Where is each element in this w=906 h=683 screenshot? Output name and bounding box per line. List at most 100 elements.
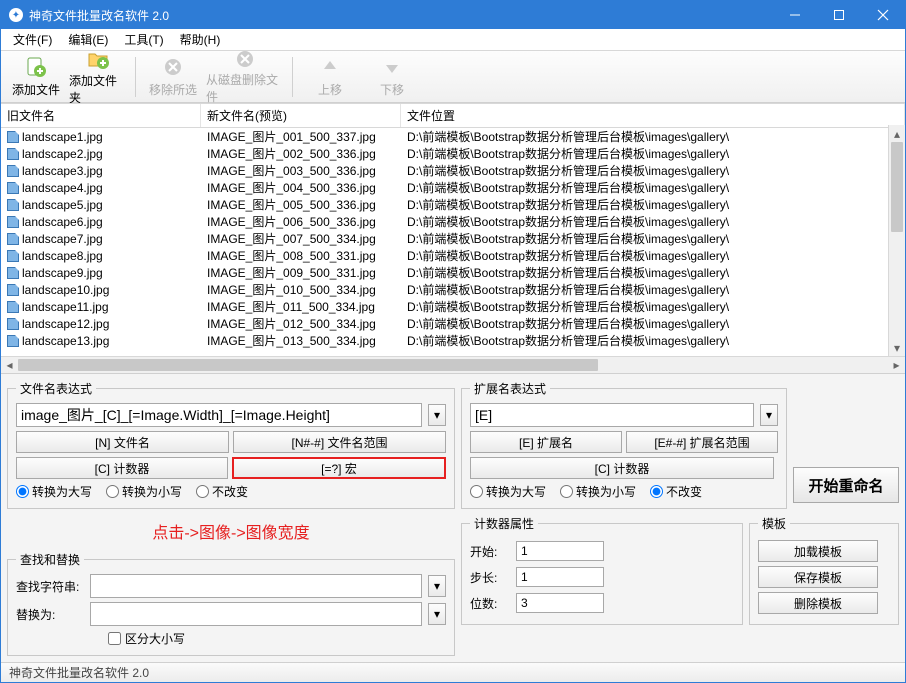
scroll-right-icon[interactable]: ▸ [888, 357, 905, 373]
file-table: 旧文件名 新文件名(预览) 文件位置 landscape1.jpgIMAGE_图… [1, 103, 905, 373]
counter-step-label: 步长: [470, 569, 510, 586]
annotation-text: 点击->图像->图像宽度 [7, 515, 455, 545]
find-replace-group: 查找和替换 查找字符串: ▾ 替换为: ▾ 区分大小写 [7, 551, 455, 656]
remove-icon [161, 55, 185, 79]
table-row[interactable]: landscape11.jpgIMAGE_图片_011_500_334.jpgD… [1, 298, 905, 315]
file-icon [7, 335, 19, 347]
counter-properties-group: 计数器属性 开始: 步长: 位数: [461, 515, 743, 625]
close-button[interactable] [861, 1, 905, 29]
counter-start-label: 开始: [470, 543, 510, 560]
add-file-icon [24, 55, 48, 79]
counter-legend: 计数器属性 [470, 515, 538, 532]
menu-tools[interactable]: 工具(T) [118, 29, 169, 50]
file-icon [7, 284, 19, 296]
move-down-button[interactable]: 下移 [363, 53, 421, 101]
scroll-left-icon[interactable]: ◂ [1, 357, 18, 373]
ext-counter-button[interactable]: [C] 计数器 [470, 457, 774, 479]
maximize-button[interactable] [817, 1, 861, 29]
filename-expression-group: 文件名表达式 ▾ [N] 文件名 [N#-#] 文件名范围 [C] 计数器 [=… [7, 380, 455, 509]
counter-digits-label: 位数: [470, 595, 510, 612]
find-label: 查找字符串: [16, 578, 84, 595]
horizontal-scrollbar[interactable]: ◂ ▸ [1, 356, 905, 373]
remove-selected-button[interactable]: 移除所选 [144, 53, 202, 101]
statusbar: 神奇文件批量改名软件 2.0 [1, 662, 905, 682]
find-replace-legend: 查找和替换 [16, 551, 84, 568]
scroll-up-icon[interactable]: ▴ [889, 125, 905, 142]
radio-upper[interactable]: 转换为大写 [16, 483, 92, 500]
case-sensitive-checkbox[interactable] [108, 632, 121, 645]
ext-radio-lower[interactable]: 转换为小写 [560, 483, 636, 500]
table-row[interactable]: landscape13.jpgIMAGE_图片_013_500_334.jpgD… [1, 332, 905, 349]
column-new-name[interactable]: 新文件名(预览) [201, 104, 401, 127]
insert-n-range-button[interactable]: [N#-#] 文件名范围 [233, 431, 446, 453]
counter-step-input[interactable] [516, 567, 604, 587]
ext-radio-none[interactable]: 不改变 [650, 483, 702, 500]
counter-start-input[interactable] [516, 541, 604, 561]
scroll-thumb[interactable] [891, 142, 903, 232]
add-folder-button[interactable]: 添加文件夹 [69, 53, 127, 101]
replace-input[interactable] [90, 602, 422, 626]
table-row[interactable]: landscape12.jpgIMAGE_图片_012_500_334.jpgD… [1, 315, 905, 332]
toolbar-divider [135, 57, 136, 97]
status-text: 神奇文件批量改名软件 2.0 [9, 664, 149, 681]
minimize-button[interactable] [773, 1, 817, 29]
move-up-button[interactable]: 上移 [301, 53, 359, 101]
file-icon [7, 165, 19, 177]
insert-macro-button[interactable]: [=?] 宏 [232, 457, 446, 479]
radio-lower[interactable]: 转换为小写 [106, 483, 182, 500]
table-row[interactable]: landscape3.jpgIMAGE_图片_003_500_336.jpgD:… [1, 162, 905, 179]
load-template-button[interactable]: 加载模板 [758, 540, 878, 562]
replace-label: 替换为: [16, 606, 84, 623]
insert-e-button[interactable]: [E] 扩展名 [470, 431, 622, 453]
table-row[interactable]: landscape10.jpgIMAGE_图片_010_500_334.jpgD… [1, 281, 905, 298]
table-row[interactable]: landscape2.jpgIMAGE_图片_002_500_336.jpgD:… [1, 145, 905, 162]
delete-from-disk-button[interactable]: 从磁盘删除文件 [206, 53, 284, 101]
toolbar: 添加文件 添加文件夹 移除所选 从磁盘删除文件 上移 下移 [1, 51, 905, 103]
column-location[interactable]: 文件位置 [401, 104, 905, 127]
file-icon [7, 318, 19, 330]
menu-file[interactable]: 文件(F) [7, 29, 58, 50]
extension-expression-input[interactable] [470, 403, 754, 427]
add-folder-label: 添加文件夹 [69, 72, 127, 106]
column-old-name[interactable]: 旧文件名 [1, 104, 201, 127]
save-template-button[interactable]: 保存模板 [758, 566, 878, 588]
insert-n-button[interactable]: [N] 文件名 [16, 431, 229, 453]
table-row[interactable]: landscape4.jpgIMAGE_图片_004_500_336.jpgD:… [1, 179, 905, 196]
window-title: 神奇文件批量改名软件 2.0 [29, 7, 773, 24]
table-row[interactable]: landscape8.jpgIMAGE_图片_008_500_331.jpgD:… [1, 247, 905, 264]
table-row[interactable]: landscape1.jpgIMAGE_图片_001_500_337.jpgD:… [1, 128, 905, 145]
insert-counter-button[interactable]: [C] 计数器 [16, 457, 228, 479]
filename-expression-input[interactable] [16, 403, 422, 427]
start-rename-button[interactable]: 开始重命名 [793, 467, 899, 503]
delete-icon [233, 49, 257, 69]
insert-e-range-button[interactable]: [E#-#] 扩展名范围 [626, 431, 778, 453]
find-dropdown[interactable]: ▾ [428, 575, 446, 597]
delete-template-button[interactable]: 删除模板 [758, 592, 878, 614]
scroll-thumb[interactable] [18, 359, 598, 371]
case-sensitive-label: 区分大小写 [125, 630, 185, 647]
arrow-up-icon [318, 55, 342, 79]
arrow-down-icon [380, 55, 404, 79]
table-row[interactable]: landscape9.jpgIMAGE_图片_009_500_331.jpgD:… [1, 264, 905, 281]
menu-help[interactable]: 帮助(H) [174, 29, 227, 50]
filename-expression-dropdown[interactable]: ▾ [428, 404, 446, 426]
delete-from-disk-label: 从磁盘删除文件 [206, 71, 284, 105]
toolbar-divider [292, 57, 293, 97]
vertical-scrollbar[interactable]: ▴ ▾ [888, 125, 905, 356]
scroll-down-icon[interactable]: ▾ [889, 339, 905, 356]
file-icon [7, 250, 19, 262]
find-input[interactable] [90, 574, 422, 598]
table-row[interactable]: landscape5.jpgIMAGE_图片_005_500_336.jpgD:… [1, 196, 905, 213]
extension-expression-legend: 扩展名表达式 [470, 380, 550, 397]
table-row[interactable]: landscape6.jpgIMAGE_图片_006_500_336.jpgD:… [1, 213, 905, 230]
file-icon [7, 267, 19, 279]
move-up-label: 上移 [318, 81, 342, 98]
counter-digits-input[interactable] [516, 593, 604, 613]
replace-dropdown[interactable]: ▾ [428, 603, 446, 625]
add-file-button[interactable]: 添加文件 [7, 53, 65, 101]
table-row[interactable]: landscape7.jpgIMAGE_图片_007_500_334.jpgD:… [1, 230, 905, 247]
radio-none[interactable]: 不改变 [196, 483, 248, 500]
extension-expression-dropdown[interactable]: ▾ [760, 404, 778, 426]
add-folder-icon [86, 48, 110, 70]
ext-radio-upper[interactable]: 转换为大写 [470, 483, 546, 500]
